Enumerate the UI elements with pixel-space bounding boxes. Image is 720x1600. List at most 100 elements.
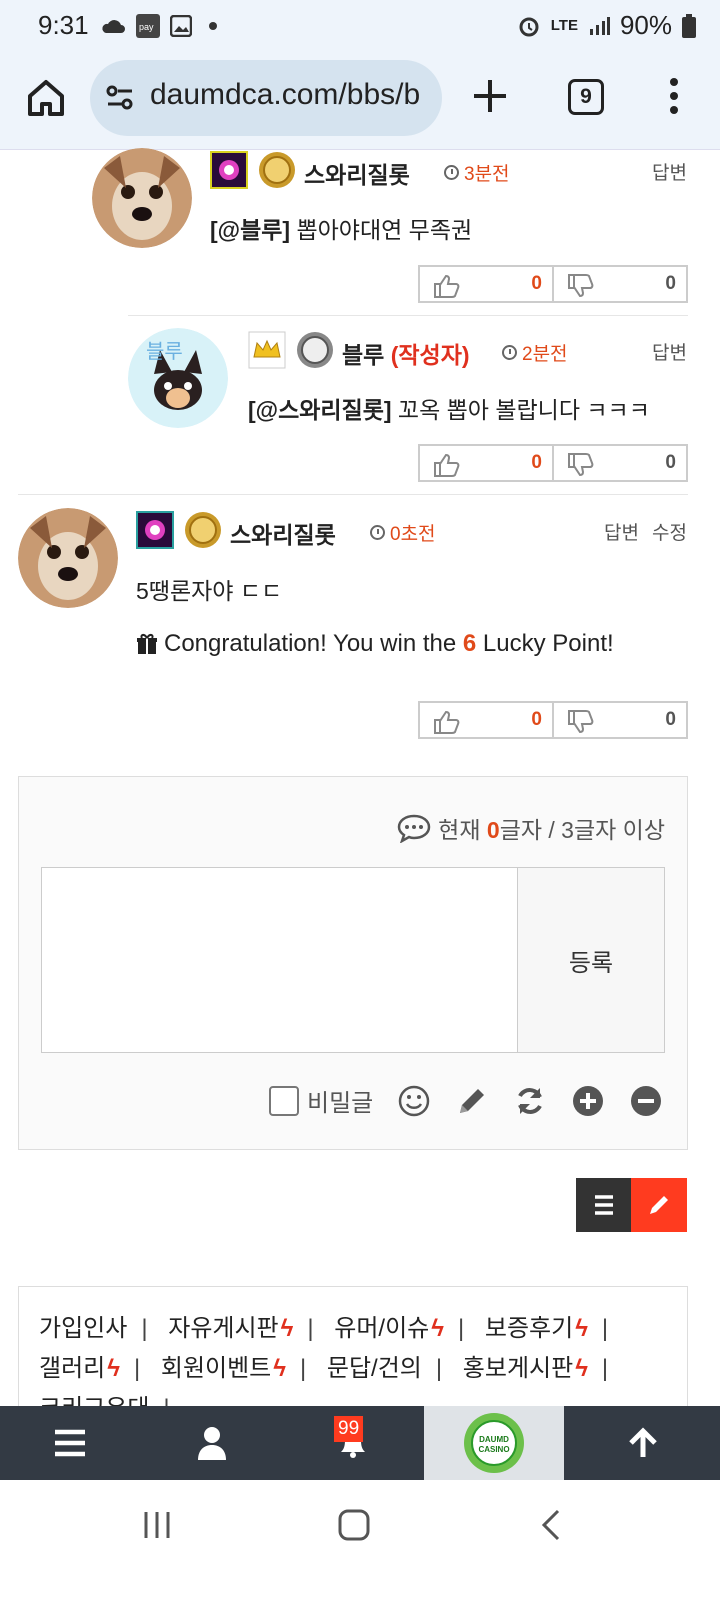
plus-circle-icon[interactable] bbox=[571, 1084, 605, 1118]
like-button[interactable]: 0 bbox=[418, 444, 554, 482]
dislike-button[interactable]: 0 bbox=[552, 444, 688, 482]
refresh-icon[interactable] bbox=[513, 1084, 547, 1118]
dot-icon bbox=[209, 22, 217, 30]
home-nav-icon[interactable] bbox=[338, 1509, 370, 1541]
hot-bolt-icon: ϟ bbox=[273, 1355, 286, 1382]
menu-item[interactable]: 유머/이슈ϟ bbox=[334, 1315, 444, 1342]
emoticon-icon[interactable] bbox=[397, 1084, 431, 1118]
gold-coin-icon bbox=[185, 512, 221, 548]
checkbox-icon[interactable] bbox=[269, 1085, 299, 1116]
divider bbox=[18, 494, 688, 495]
new-tab-icon[interactable] bbox=[472, 76, 508, 116]
menu-button[interactable] bbox=[0, 1406, 140, 1480]
menu-item[interactable]: 보증후기ϟ bbox=[485, 1315, 588, 1342]
pencil-icon[interactable] bbox=[455, 1084, 489, 1118]
author-tag: (작성자) bbox=[390, 342, 470, 368]
clock-icon bbox=[502, 345, 517, 360]
reply-link[interactable]: 답변 bbox=[652, 338, 687, 365]
comment-write-box: 현재 0글자 / 3글자 이상 등록 비밀글 bbox=[18, 776, 688, 1150]
status-time: 9:31 bbox=[38, 10, 89, 40]
menu-item[interactable]: 갤러리ϟ bbox=[39, 1355, 120, 1382]
site-logo-button[interactable]: DAUMD CASINO bbox=[424, 1406, 564, 1480]
comment-mention[interactable]: [@스와리질롯] bbox=[248, 397, 392, 423]
menu-item[interactable]: 문답/건의 bbox=[327, 1355, 422, 1382]
menu-item[interactable]: 회원이벤트ϟ bbox=[161, 1355, 286, 1382]
secret-checkbox[interactable]: 비밀글 bbox=[269, 1083, 373, 1118]
thumbs-up-icon bbox=[434, 274, 460, 298]
thumbs-down-icon bbox=[568, 274, 594, 298]
comment-time: 0초전 bbox=[370, 519, 436, 546]
board-menu: 가입인사 | 자유게시판ϟ | 유머/이슈ϟ | 보증후기ϟ | 갤러리ϟ | 회원이벤트… bbox=[18, 1286, 688, 1422]
comment-nickname[interactable]: 블루 (작성자) bbox=[342, 336, 470, 370]
pencil-icon bbox=[650, 1196, 668, 1214]
status-right: LTE 90% bbox=[517, 10, 696, 41]
hot-bolt-icon: ϟ bbox=[107, 1355, 120, 1382]
silver-coin-icon bbox=[297, 332, 333, 368]
scroll-top-button[interactable] bbox=[566, 1406, 720, 1480]
pay-icon: pay bbox=[136, 14, 160, 38]
edit-link[interactable]: 수정 bbox=[652, 518, 687, 545]
menu-separator: | bbox=[299, 1355, 307, 1382]
like-button[interactable]: 0 bbox=[418, 701, 554, 739]
hot-bolt-icon: ϟ bbox=[280, 1315, 294, 1342]
user-icon bbox=[198, 1427, 226, 1460]
menu-item[interactable]: 홍보게시판ϟ bbox=[463, 1355, 588, 1382]
menu-separator: | bbox=[435, 1355, 443, 1382]
system-nav-bar bbox=[0, 1480, 720, 1600]
hamburger-icon bbox=[55, 1429, 85, 1457]
level-badge-icon bbox=[210, 151, 248, 189]
menu-separator: | bbox=[457, 1315, 465, 1342]
comment-nickname[interactable]: 스와리질롯 bbox=[230, 516, 336, 550]
menu-separator: | bbox=[141, 1315, 148, 1342]
site-settings-icon[interactable] bbox=[104, 82, 136, 114]
battery-percent: 90% bbox=[619, 10, 672, 40]
status-notification-icons: pay bbox=[100, 14, 224, 38]
comment-textarea[interactable] bbox=[41, 867, 519, 1053]
gift-icon bbox=[137, 634, 157, 654]
arrow-up-icon bbox=[629, 1427, 657, 1457]
dislike-button[interactable]: 0 bbox=[552, 265, 688, 303]
list-button[interactable] bbox=[576, 1178, 632, 1232]
submit-button[interactable]: 등록 bbox=[517, 867, 665, 1053]
thumbs-up-icon bbox=[434, 710, 460, 734]
comment-text: [@블루] 뽑아야대연 무족권 bbox=[210, 217, 473, 243]
signal-icon bbox=[589, 16, 610, 35]
crown-badge-icon bbox=[248, 331, 286, 369]
write-button[interactable] bbox=[631, 1178, 687, 1232]
svg-text:블루: 블루 bbox=[146, 339, 183, 363]
recent-apps-icon[interactable] bbox=[142, 1510, 172, 1540]
tab-switcher-button[interactable]: 9 bbox=[568, 79, 604, 115]
hot-bolt-icon: ϟ bbox=[575, 1355, 588, 1382]
comment-nickname[interactable]: 스와리질롯 bbox=[304, 156, 410, 190]
more-menu-icon[interactable] bbox=[664, 76, 684, 116]
menu-item[interactable]: 가입인사 bbox=[39, 1315, 127, 1342]
gold-coin-icon bbox=[259, 152, 295, 188]
vote-box: 0 0 bbox=[418, 265, 688, 303]
dislike-button[interactable]: 0 bbox=[552, 701, 688, 739]
back-nav-icon[interactable] bbox=[540, 1509, 562, 1541]
like-button[interactable]: 0 bbox=[418, 265, 554, 303]
minus-circle-icon[interactable] bbox=[629, 1084, 663, 1118]
lucky-point-value: 6 bbox=[462, 630, 477, 657]
alarm-icon bbox=[519, 17, 539, 36]
url-text[interactable]: daumdca.com/bbs/b bbox=[150, 78, 420, 112]
notification-count-badge: 99 bbox=[334, 1416, 364, 1442]
svg-text:CASINO: CASINO bbox=[478, 1445, 509, 1454]
network-label: LTE bbox=[550, 17, 578, 34]
battery-icon bbox=[682, 13, 696, 38]
profile-button[interactable] bbox=[142, 1406, 282, 1480]
comment-mention[interactable]: [@블루] bbox=[210, 217, 290, 243]
reply-link[interactable]: 답변 bbox=[604, 518, 639, 545]
comment-text: 5땡론자야 ㄷㄷ bbox=[136, 578, 283, 604]
avatar bbox=[18, 508, 118, 608]
comment-time: 3분전 bbox=[444, 159, 510, 186]
address-bar[interactable]: daumdca.com/bbs/b bbox=[90, 60, 442, 136]
thumbs-up-icon bbox=[434, 453, 460, 477]
divider bbox=[128, 315, 688, 316]
reply-link[interactable]: 답변 bbox=[652, 158, 687, 185]
menu-item[interactable]: 자유게시판ϟ bbox=[168, 1315, 293, 1342]
home-icon[interactable] bbox=[24, 76, 68, 120]
hot-bolt-icon: ϟ bbox=[431, 1315, 444, 1342]
list-icon bbox=[595, 1195, 613, 1215]
comment-time: 2분전 bbox=[502, 339, 568, 366]
